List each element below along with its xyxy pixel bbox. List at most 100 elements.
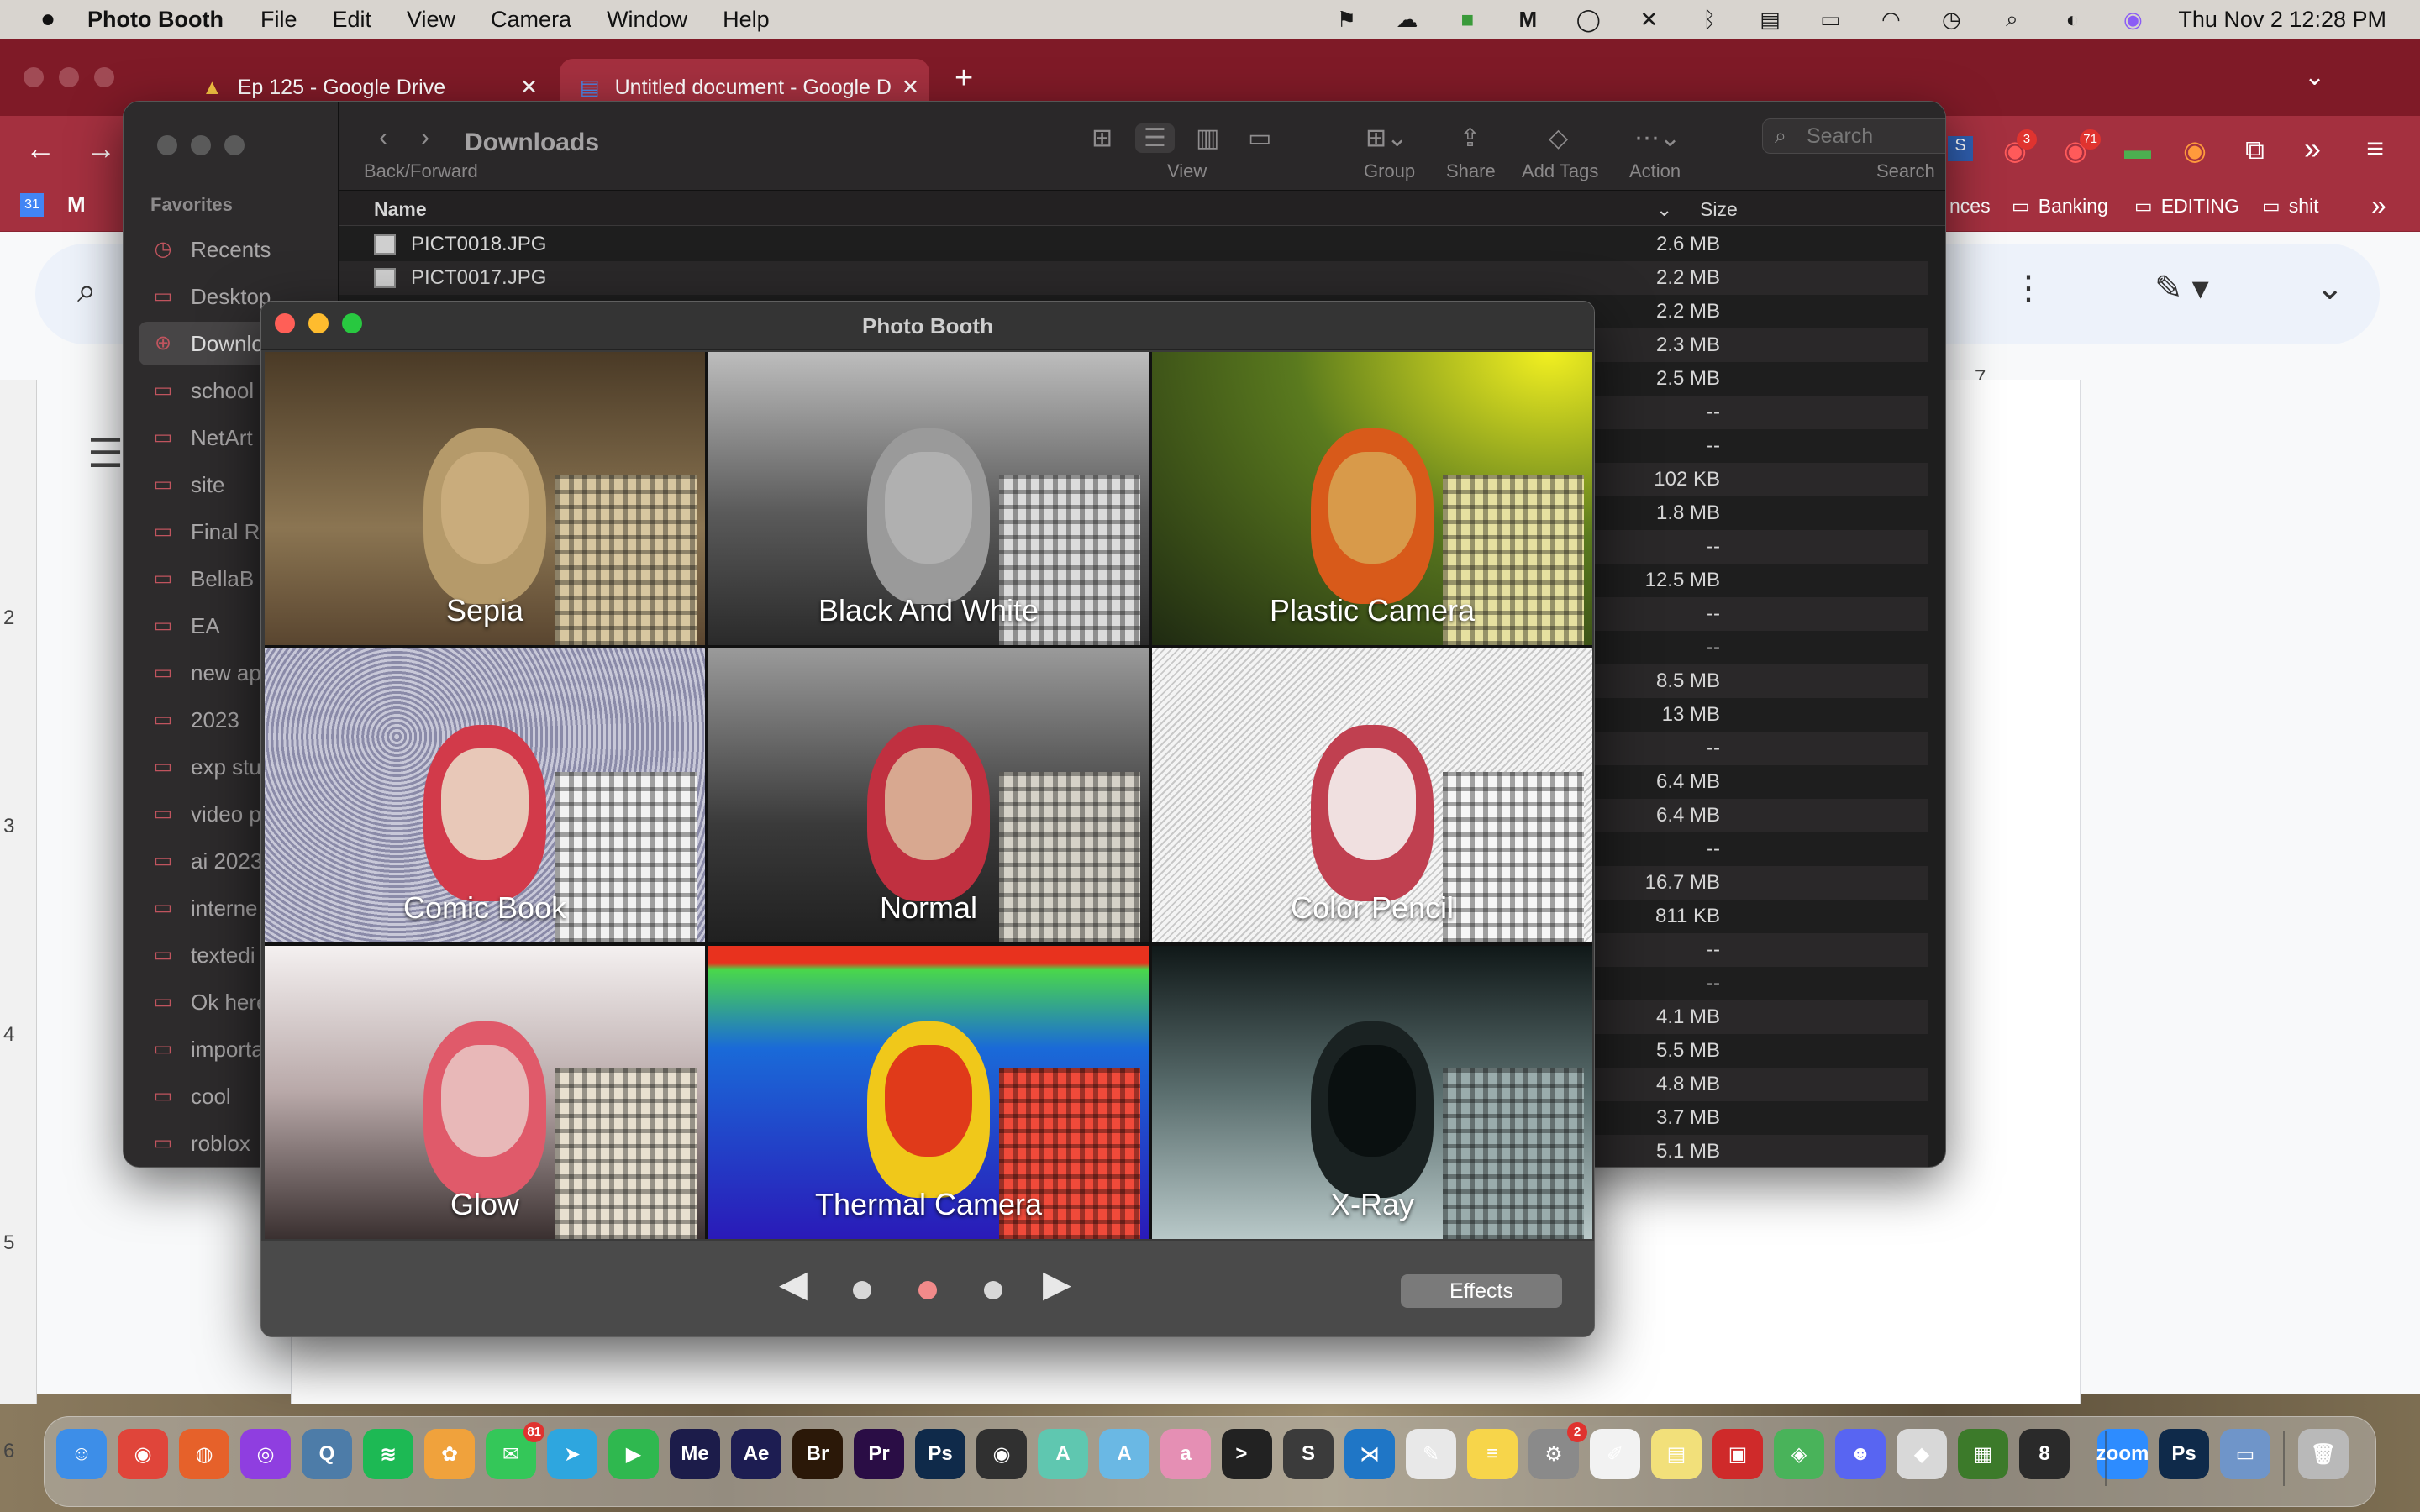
page-dot-2[interactable]	[918, 1281, 937, 1299]
previous-page-button[interactable]: ◀	[779, 1263, 808, 1305]
effect-tile-plastic[interactable]: Plastic Camera	[1152, 352, 1592, 646]
textedit-icon[interactable]: ✐	[1590, 1429, 1640, 1479]
effect-tile-glow[interactable]: Glow	[265, 945, 705, 1239]
docs-edit-mode-icon[interactable]: ✎ ▾	[2154, 269, 2209, 307]
chrome-close-button[interactable]	[24, 67, 44, 87]
vscode-icon[interactable]: ⋊	[1344, 1429, 1395, 1479]
extensions-puzzle-icon[interactable]: ⧉	[2245, 134, 2265, 166]
sort-chevron-icon[interactable]: ⌄	[1656, 198, 1672, 221]
extension-red-icon[interactable]: ◉ 3	[2003, 129, 2037, 166]
effect-tile-thermal[interactable]: Thermal Camera	[708, 945, 1149, 1239]
tab-close-icon[interactable]: ✕	[902, 75, 919, 100]
effect-tile-sepia[interactable]: Sepia	[265, 352, 705, 646]
extension-badge-icon[interactable]: S	[1948, 136, 1973, 161]
photo-booth-icon[interactable]: ▣	[1712, 1429, 1763, 1479]
battery-icon[interactable]: ▭	[1815, 7, 1845, 32]
docs-more-icon[interactable]: ⋮	[2012, 269, 2045, 307]
keyboard-icon[interactable]: ▤	[1754, 7, 1785, 32]
system-settings-icon[interactable]: ⚙ 2	[1528, 1422, 1587, 1479]
photoshop-icon[interactable]: Ps	[915, 1429, 965, 1479]
share-icon[interactable]: ⇪	[1460, 123, 1481, 153]
time-machine-icon[interactable]: ◷	[1936, 7, 1966, 32]
maps-icon[interactable]: ◈	[1774, 1429, 1824, 1479]
obs-icon[interactable]: ◉	[976, 1429, 1027, 1479]
wifi-icon[interactable]: ◠	[1876, 7, 1906, 32]
menu-window[interactable]: Window	[607, 7, 687, 33]
forward-icon[interactable]: ›	[421, 123, 429, 152]
effect-tile-comic[interactable]: Comic Book	[265, 648, 705, 942]
calendar-bookmark-icon[interactable]: 31	[20, 193, 44, 217]
outline-icon[interactable]: ☰	[87, 430, 124, 477]
file-row[interactable]: PICT0017.JPG2.2 MBJPEG image	[339, 261, 1928, 295]
extension-red-2-icon[interactable]: ◉ 71	[2064, 129, 2101, 166]
back-icon[interactable]: ←	[25, 131, 55, 166]
effect-tile-pencil[interactable]: Color Pencil	[1152, 648, 1592, 942]
effect-tile-normal[interactable]: Normal	[708, 648, 1149, 942]
control-center-icon[interactable]: ◐	[2057, 7, 2087, 32]
stickies-icon[interactable]: ▤	[1651, 1429, 1702, 1479]
bluetooth-icon[interactable]: ᛒ	[1694, 7, 1724, 32]
chrome-zoom-button[interactable]	[94, 67, 114, 87]
action-icon[interactable]: ⋯⌄	[1634, 123, 1681, 153]
sidebar-item-recents[interactable]: ◷ Recents	[139, 228, 334, 271]
chrome-minimize-button[interactable]	[59, 67, 79, 87]
script-editor-icon[interactable]: ✎	[1406, 1429, 1456, 1479]
next-page-button[interactable]: ▶	[1043, 1263, 1071, 1305]
tag-icon[interactable]: ◇	[1549, 123, 1568, 153]
app-menu[interactable]: Photo Booth	[87, 7, 224, 33]
menu-edit[interactable]: Edit	[332, 7, 371, 33]
chrome-menu-icon[interactable]: ≡	[2366, 131, 2384, 166]
firefox-icon[interactable]: ◍	[179, 1429, 229, 1479]
more-bookmarks-icon[interactable]: »	[2371, 190, 2386, 221]
font-app-a-icon[interactable]: A	[1038, 1429, 1088, 1479]
new-tab-button[interactable]: +	[955, 60, 973, 97]
green-app-icon[interactable]: ■	[1452, 7, 1482, 32]
effects-button[interactable]: Effects	[1401, 1274, 1562, 1308]
column-name[interactable]: Name	[374, 198, 427, 221]
more-extensions-icon[interactable]: »	[2304, 131, 2321, 166]
bookmark-banking[interactable]: ▭ Banking	[2012, 195, 2108, 218]
messages-icon[interactable]: ✉ 81	[486, 1422, 544, 1479]
bookmark-nces[interactable]: nces	[1949, 195, 1991, 218]
apple-menu-icon[interactable]: ●	[30, 5, 66, 34]
menu-camera[interactable]: Camera	[491, 7, 571, 33]
finder-search-input[interactable]: ⌕ Search	[1762, 118, 1945, 154]
docs-search-icon[interactable]: ⌕	[77, 272, 96, 310]
photos-icon[interactable]: ✿	[424, 1429, 475, 1479]
minecraft-icon[interactable]: ▦	[1958, 1429, 2008, 1479]
eight-icon[interactable]: 8	[2019, 1429, 2070, 1479]
column-view-icon[interactable]: ▥	[1196, 123, 1219, 153]
m-app-icon[interactable]: M	[1512, 7, 1543, 32]
premiere-icon[interactable]: Pr	[854, 1429, 904, 1479]
file-row[interactable]: PICT0018.JPG2.6 MBJPEG image	[339, 228, 1928, 261]
list-view-icon[interactable]: ☰	[1135, 123, 1175, 153]
page-dot-1[interactable]	[853, 1281, 871, 1299]
extension-green-icon[interactable]: ▬	[2124, 134, 2151, 165]
finder-icon[interactable]: ☺	[56, 1429, 107, 1479]
gallery-view-icon[interactable]: ▭	[1248, 123, 1271, 153]
back-icon[interactable]: ‹	[379, 123, 387, 152]
chrome-icon[interactable]: ◉	[118, 1429, 168, 1479]
docs-collapse-icon[interactable]: ⌄	[2316, 269, 2344, 307]
circle-app-icon[interactable]: ◯	[1573, 7, 1603, 32]
facetime-icon[interactable]: ▶	[608, 1429, 659, 1479]
telegram-icon[interactable]: ➤	[547, 1429, 597, 1479]
preview-icon[interactable]: ▭	[2220, 1429, 2270, 1479]
bookmark-shit[interactable]: ▭ shit	[2262, 195, 2319, 218]
tab-close-icon[interactable]: ✕	[520, 75, 538, 100]
bookmark-editing[interactable]: ▭ EDITING	[2134, 195, 2239, 218]
terminal-icon[interactable]: >_	[1222, 1429, 1272, 1479]
gmail-bookmark-icon[interactable]: M	[67, 192, 86, 218]
trash-icon[interactable]: 🗑	[2298, 1429, 2349, 1479]
font-app-c-icon[interactable]: a	[1160, 1429, 1211, 1479]
discord-icon[interactable]: ☻	[1835, 1429, 1886, 1479]
flag-icon[interactable]: ⚑	[1331, 7, 1361, 32]
tab-search-chevron-icon[interactable]: ⌄	[2304, 62, 2325, 92]
finder-minimize-button[interactable]	[191, 135, 211, 155]
icon-view-icon[interactable]: ⊞	[1092, 123, 1113, 153]
effect-tile-bw[interactable]: Black And White	[708, 352, 1149, 646]
column-size[interactable]: Size	[1700, 198, 1738, 221]
page-dot-3[interactable]	[984, 1281, 1002, 1299]
media-encoder-icon[interactable]: Me	[670, 1429, 720, 1479]
photoshop-2-icon[interactable]: Ps	[2159, 1429, 2209, 1479]
